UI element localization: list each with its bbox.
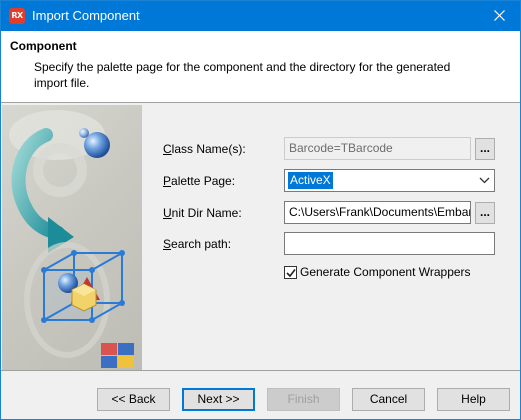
close-button[interactable] xyxy=(480,1,520,31)
chevron-down-icon[interactable] xyxy=(479,175,490,186)
checkmark-icon xyxy=(286,269,296,278)
wizard-header: Component Specify the palette page for t… xyxy=(1,31,520,103)
class-names-label: Class Name(s): xyxy=(163,142,246,156)
generate-wrappers-checkbox[interactable] xyxy=(284,266,297,279)
header-title: Component xyxy=(10,39,77,53)
search-path-field[interactable] xyxy=(284,232,495,255)
wizard-illustration xyxy=(2,105,142,370)
palette-page-value: ActiveX xyxy=(288,172,333,189)
back-button[interactable]: << Back xyxy=(97,388,170,411)
unit-dir-field[interactable]: C:\Users\Frank\Documents\Embar xyxy=(284,201,471,224)
title-bar[interactable]: RX Import Component xyxy=(1,1,520,31)
search-path-label: Search path: xyxy=(163,237,232,251)
generate-wrappers-label: Generate Component Wrappers xyxy=(300,265,471,279)
class-names-browse-button[interactable]: ... xyxy=(475,138,495,160)
help-button[interactable]: Help xyxy=(437,388,510,411)
footer-divider xyxy=(1,370,520,371)
unit-dir-label: Unit Dir Name: xyxy=(163,206,242,220)
class-names-field: Barcode=TBarcode xyxy=(284,137,471,160)
finish-button: Finish xyxy=(267,388,340,411)
unit-dir-browse-button[interactable]: ... xyxy=(475,202,495,224)
palette-page-combobox[interactable]: ActiveX xyxy=(284,169,495,192)
next-button[interactable]: Next >> xyxy=(182,388,255,411)
palette-page-label: Palette Page: xyxy=(163,174,236,188)
app-icon: RX xyxy=(9,8,25,24)
window-title: Import Component xyxy=(32,8,140,23)
close-icon xyxy=(494,10,505,21)
component-import-illustration xyxy=(9,110,134,368)
import-component-dialog: RX Import Component Component Specify th… xyxy=(0,0,521,420)
cancel-button[interactable]: Cancel xyxy=(352,388,425,411)
header-description: Specify the palette page for the compone… xyxy=(34,60,451,90)
